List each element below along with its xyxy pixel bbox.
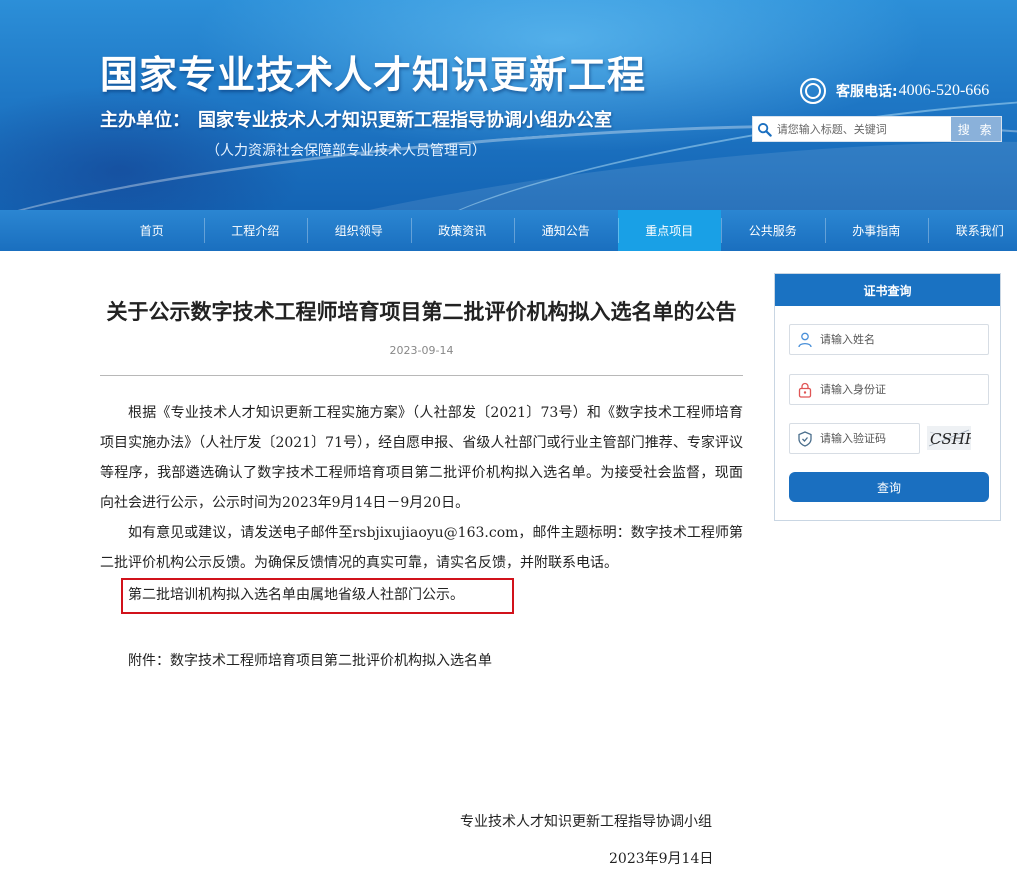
id-input[interactable] <box>820 383 980 396</box>
lock-icon <box>790 382 820 398</box>
user-icon <box>790 332 820 348</box>
article: 关于公示数字技术工程师培育项目第二批评价机构拟入选名单的公告 2023-09-1… <box>100 251 743 867</box>
phone-icon <box>800 78 826 104</box>
panel-title: 证书查询 <box>775 274 1000 306</box>
hotline-label: 客服电话: <box>836 84 898 100</box>
nav-item[interactable]: 联系我们 <box>928 210 1017 251</box>
nav-item[interactable]: 重点项目 <box>617 210 721 251</box>
attachment-link[interactable]: 附件：数字技术工程师培育项目第二批评价机构拟入选名单 <box>100 646 743 676</box>
nav-item[interactable]: 政策资讯 <box>410 210 515 251</box>
captcha-image[interactable]: CSHF <box>927 426 976 450</box>
nav-item[interactable]: 组织领导 <box>307 210 411 251</box>
article-body: 根据《专业技术人才知识更新工程实施方案》（人社部发〔2021〕73号）和《数字技… <box>100 398 743 676</box>
search-input[interactable] <box>776 117 952 141</box>
host-name: 国家专业技术人才知识更新工程指导协调小组办公室 <box>198 110 612 131</box>
highlight-box <box>121 578 514 614</box>
search-button[interactable]: 搜 索 <box>951 117 1001 141</box>
nav-item[interactable]: 办事指南 <box>824 210 929 251</box>
search-box: 搜 索 <box>752 116 1002 142</box>
query-button[interactable]: 查询 <box>789 472 989 502</box>
highlight-block: 第二批培训机构拟入选名单由属地省级人社部门公示。 <box>100 578 743 614</box>
name-input[interactable] <box>820 333 980 346</box>
main-nav: 首页 工程介绍 组织领导 政策资讯 通知公告 重点项目 公共服务 办事指南 联系我们 <box>0 210 1017 251</box>
captcha-field <box>789 423 920 454</box>
host-label: 主办单位： <box>100 110 190 131</box>
shield-icon <box>790 430 820 447</box>
nav-item[interactable]: 通知公告 <box>514 210 618 251</box>
search-icon[interactable] <box>753 117 777 141</box>
divider <box>100 375 743 376</box>
article-title: 关于公示数字技术工程师培育项目第二批评价机构拟入选名单的公告 <box>106 300 737 324</box>
nav-item[interactable]: 首页 <box>100 210 204 251</box>
sub-host: （人力资源社会保障部专业技术人员管理司） <box>206 143 486 159</box>
captcha-input[interactable] <box>820 432 915 445</box>
id-field <box>789 374 989 405</box>
article-paragraph: 根据《专业技术人才知识更新工程实施方案》（人社部发〔2021〕73号）和《数字技… <box>100 405 743 511</box>
article-paragraph: 如有意见或建议，请发送电子邮件至rsbjixujiaoyu@163.com，邮件… <box>100 525 743 571</box>
site-title: 国家专业技术人才知识更新工程 <box>100 53 647 97</box>
article-date: 2023-09-14 <box>389 344 454 357</box>
certificate-query-panel: 证书查询 CSHF 查询 <box>774 273 1001 521</box>
captcha-text: CSHF <box>930 430 971 448</box>
nav-list: 首页 工程介绍 组织领导 政策资讯 通知公告 重点项目 公共服务 办事指南 联系我们 <box>100 210 1017 251</box>
nav-item[interactable]: 公共服务 <box>721 210 825 251</box>
name-field <box>789 324 989 355</box>
hotline: 客服电话: 4006-520-666 <box>800 78 989 104</box>
signature-org: 专业技术人才知识更新工程指导协调小组 <box>460 814 712 830</box>
host-line: 主办单位： 国家专业技术人才知识更新工程指导协调小组办公室 <box>100 106 612 132</box>
nav-item[interactable]: 工程介绍 <box>203 210 308 251</box>
header-banner: 国家专业技术人才知识更新工程 主办单位： 国家专业技术人才知识更新工程指导协调小组… <box>0 0 1017 210</box>
hotline-number: 4006-520-666 <box>898 82 990 99</box>
signature-date: 2023年9月14日 <box>609 851 714 867</box>
